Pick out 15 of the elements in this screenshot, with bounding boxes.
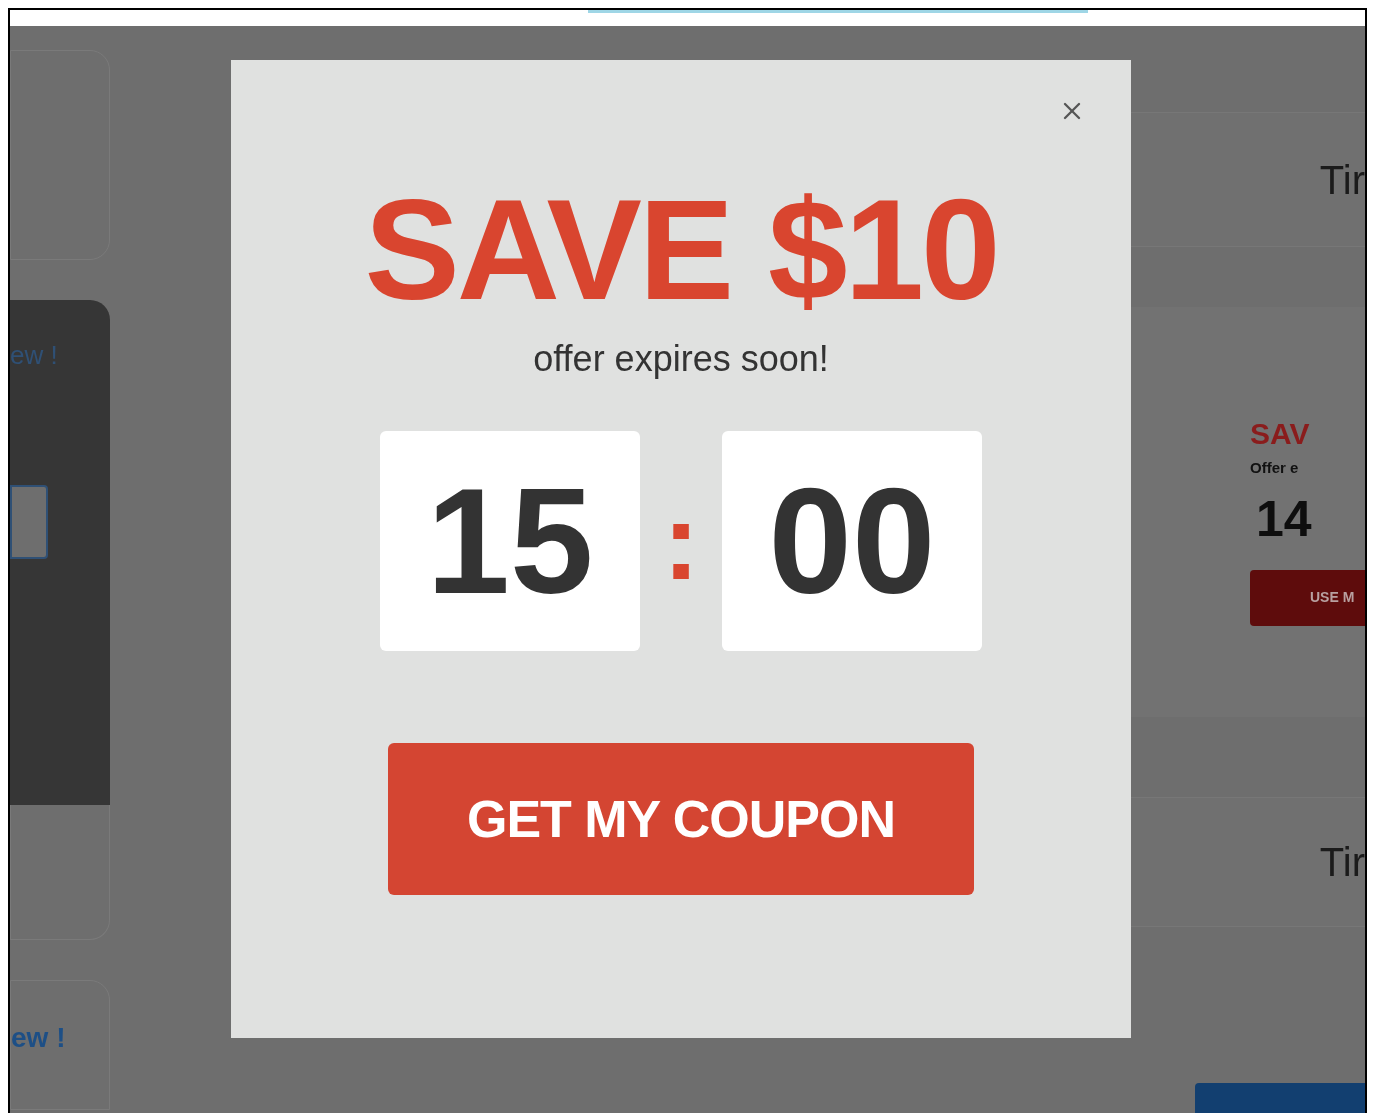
card-heading: Tir	[1319, 842, 1365, 882]
modal-subtitle: offer expires soon!	[533, 341, 829, 377]
timer-separator: :	[661, 486, 701, 596]
panel-heading: ew !	[10, 339, 58, 372]
card-heading: ew !	[11, 1021, 66, 1055]
timer-minutes: 15	[426, 466, 594, 616]
promo-subtitle: Offer e	[1250, 458, 1299, 478]
promo-timer: 14	[1256, 493, 1312, 544]
get-coupon-button[interactable]: GET MY COUPON	[388, 743, 974, 895]
card-heading: Tir	[1319, 159, 1365, 200]
promo-button[interactable]: USE M	[1250, 569, 1365, 626]
modal-title: SAVE $10	[364, 178, 998, 321]
promo-title: SAV	[1250, 419, 1310, 449]
timer-seconds: 00	[768, 466, 936, 616]
input-field[interactable]	[10, 485, 48, 559]
